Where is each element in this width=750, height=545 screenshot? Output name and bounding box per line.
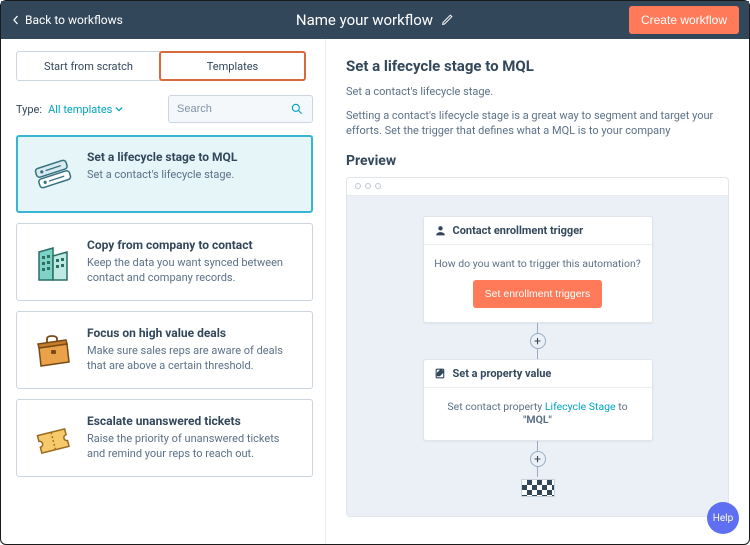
template-title: Set a lifecycle stage to MQL: [87, 150, 237, 164]
tab-templates[interactable]: Templates: [159, 51, 306, 81]
flow-node-enrollment[interactable]: Contact enrollment trigger How do you wa…: [423, 216, 653, 323]
search-input[interactable]: [177, 103, 290, 115]
workflow-title[interactable]: Name your workflow: [296, 11, 433, 30]
edit-note-icon: [434, 367, 447, 380]
node-title: Contact enrollment trigger: [453, 224, 584, 237]
template-desc: Make sure sales reps are aware of deals …: [87, 344, 298, 374]
tab-start-from-scratch[interactable]: Start from scratch: [17, 52, 160, 80]
template-desc: Keep the data you want synced between co…: [87, 256, 298, 286]
flow-end-marker: [521, 479, 555, 497]
set-enrollment-triggers-button[interactable]: Set enrollment triggers: [473, 280, 603, 308]
add-step-button[interactable]: +: [530, 451, 546, 467]
search-icon: [290, 102, 304, 116]
back-label: Back to workflows: [25, 13, 123, 27]
chevron-down-icon: [115, 105, 123, 113]
cards-icon: [29, 150, 77, 198]
briefcase-icon: [29, 326, 77, 374]
buildings-icon: [29, 238, 77, 286]
template-title: Copy from company to contact: [87, 238, 298, 252]
window-dots: [347, 178, 728, 196]
ticket-icon: [29, 414, 77, 462]
flow-connector: +: [530, 323, 546, 359]
template-card-high-value-deals[interactable]: Focus on high value deals Make sure sale…: [16, 311, 313, 389]
edit-title-button[interactable]: [441, 11, 454, 30]
property-link[interactable]: Lifecycle Stage: [545, 400, 616, 413]
template-desc: Raise the priority of unanswered tickets…: [87, 432, 298, 462]
pencil-icon: [441, 13, 454, 26]
template-title: Focus on high value deals: [87, 326, 298, 340]
type-filter-label: Type:: [16, 103, 42, 116]
detail-description: Setting a contact's lifecycle stage is a…: [346, 108, 729, 139]
create-workflow-button[interactable]: Create workflow: [629, 6, 739, 34]
template-card-copy-company[interactable]: Copy from company to contact Keep the da…: [16, 223, 313, 301]
node-body-text: How do you want to trigger this automati…: [434, 257, 642, 270]
search-input-wrapper[interactable]: [168, 95, 313, 123]
node-body-text: Set contact property Lifecycle Stage to …: [424, 388, 652, 440]
node-title: Set a property value: [453, 367, 552, 380]
template-title: Escalate unanswered tickets: [87, 414, 298, 428]
template-desc: Set a contact's lifecycle stage.: [87, 168, 237, 183]
detail-heading: Set a lifecycle stage to MQL: [346, 57, 729, 75]
template-card-lifecycle-mql[interactable]: Set a lifecycle stage to MQL Set a conta…: [16, 135, 313, 213]
detail-subtitle: Set a contact's lifecycle stage.: [346, 85, 729, 98]
back-to-workflows-link[interactable]: Back to workflows: [11, 13, 123, 27]
help-button[interactable]: Help: [707, 502, 739, 534]
flow-node-set-property[interactable]: Set a property value Set contact propert…: [423, 359, 653, 441]
flow-connector: +: [530, 441, 546, 477]
contact-icon: [434, 224, 447, 237]
template-card-escalate-tickets[interactable]: Escalate unanswered tickets Raise the pr…: [16, 399, 313, 477]
preview-label: Preview: [346, 153, 729, 169]
add-step-button[interactable]: +: [530, 333, 546, 349]
preview-panel: Contact enrollment trigger How do you wa…: [346, 177, 729, 517]
creation-mode-tabs: Start from scratch Templates: [16, 51, 306, 81]
chevron-left-icon: [11, 15, 21, 25]
type-filter-dropdown[interactable]: All templates: [48, 103, 123, 116]
